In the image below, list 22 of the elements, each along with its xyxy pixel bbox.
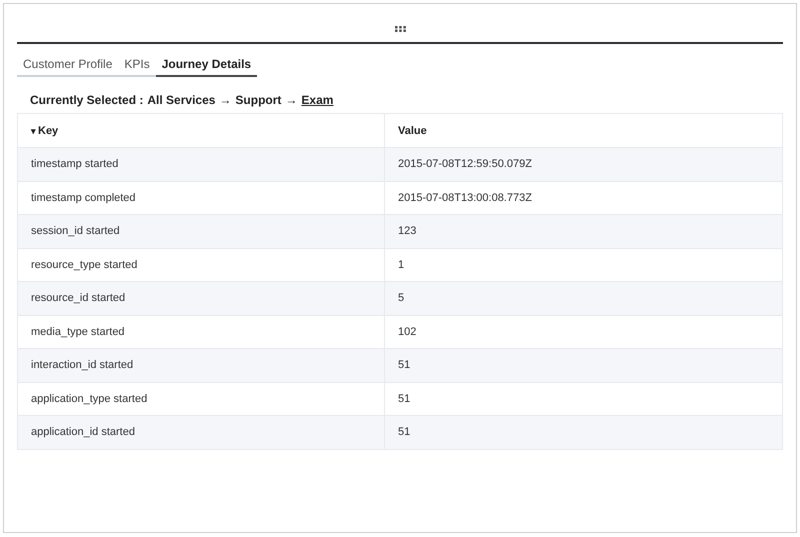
table-cell: session_id started <box>18 214 384 248</box>
table-cell: interaction_id started <box>18 348 384 382</box>
table-cell: 51 <box>384 348 782 382</box>
table-cell: 51 <box>384 416 782 449</box>
breadcrumb-label: Currently Selected : <box>30 93 144 109</box>
breadcrumb-item: Support <box>235 93 282 109</box>
column-header[interactable]: ▾ Key <box>18 114 384 148</box>
breadcrumb-link[interactable]: Exam <box>301 93 334 113</box>
tab[interactable]: Journey Details <box>156 53 258 77</box>
arrow-separator: → <box>219 93 232 109</box>
tab[interactable]: KPIs <box>118 53 156 77</box>
arrow-separator: → <box>285 93 298 109</box>
table-cell: 2015-07-08T12:59:50.079Z <box>384 148 782 181</box>
drag-handle-icon[interactable] <box>394 26 406 32</box>
table-cell: 5 <box>384 282 782 315</box>
tab[interactable]: Customer Profile <box>17 53 118 77</box>
column-header[interactable]: Value <box>384 114 782 148</box>
table-cell: 123 <box>384 214 782 248</box>
table-cell: timestamp started <box>18 148 384 181</box>
table-cell: application_id started <box>18 416 384 449</box>
breadcrumb-item: All Services <box>147 93 216 109</box>
table-cell: resource_id started <box>18 282 384 315</box>
